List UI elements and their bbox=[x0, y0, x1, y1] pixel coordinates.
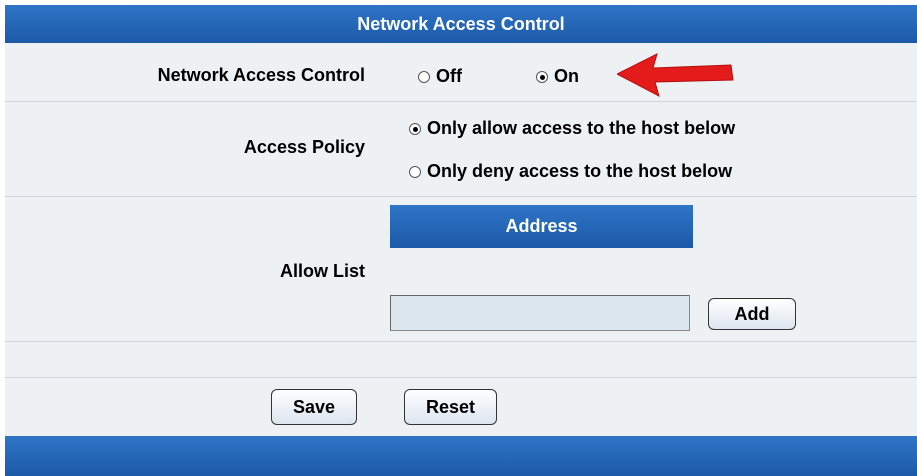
radio-checked-icon bbox=[409, 122, 421, 135]
nac-label: Network Access Control bbox=[157, 65, 365, 85]
nac-on-label: On bbox=[554, 66, 579, 86]
radio-unchecked-icon bbox=[418, 70, 430, 83]
nac-off-label: Off bbox=[436, 66, 462, 86]
page-title: Network Access Control bbox=[5, 5, 917, 43]
save-button[interactable]: Save bbox=[271, 389, 357, 425]
allow-policy-label: Only allow access to the host below bbox=[427, 118, 736, 138]
red-arrow-icon bbox=[617, 53, 734, 97]
nac-off-radio[interactable]: Off bbox=[418, 66, 462, 87]
allow-list-label: Allow List bbox=[280, 261, 365, 281]
allow-policy-radio[interactable]: Only allow access to the host below bbox=[409, 118, 735, 139]
row-divider bbox=[5, 341, 917, 342]
address-column-header: Address bbox=[390, 205, 693, 248]
row-divider bbox=[5, 101, 917, 102]
reset-button[interactable]: Reset bbox=[404, 389, 497, 425]
radio-checked-icon bbox=[536, 70, 548, 83]
nac-panel: Network Access Control Network Access Co… bbox=[5, 5, 917, 476]
access-policy-label: Access Policy bbox=[243, 137, 365, 157]
deny-policy-radio[interactable]: Only deny access to the host below bbox=[409, 161, 732, 182]
add-button[interactable]: Add bbox=[708, 298, 796, 330]
footer-bar bbox=[5, 436, 917, 476]
row-divider bbox=[5, 377, 917, 378]
row-divider bbox=[5, 196, 917, 197]
address-input[interactable] bbox=[390, 295, 690, 331]
radio-unchecked-icon bbox=[409, 165, 421, 178]
deny-policy-label: Only deny access to the host below bbox=[427, 161, 733, 181]
nac-on-radio[interactable]: On bbox=[536, 66, 579, 87]
